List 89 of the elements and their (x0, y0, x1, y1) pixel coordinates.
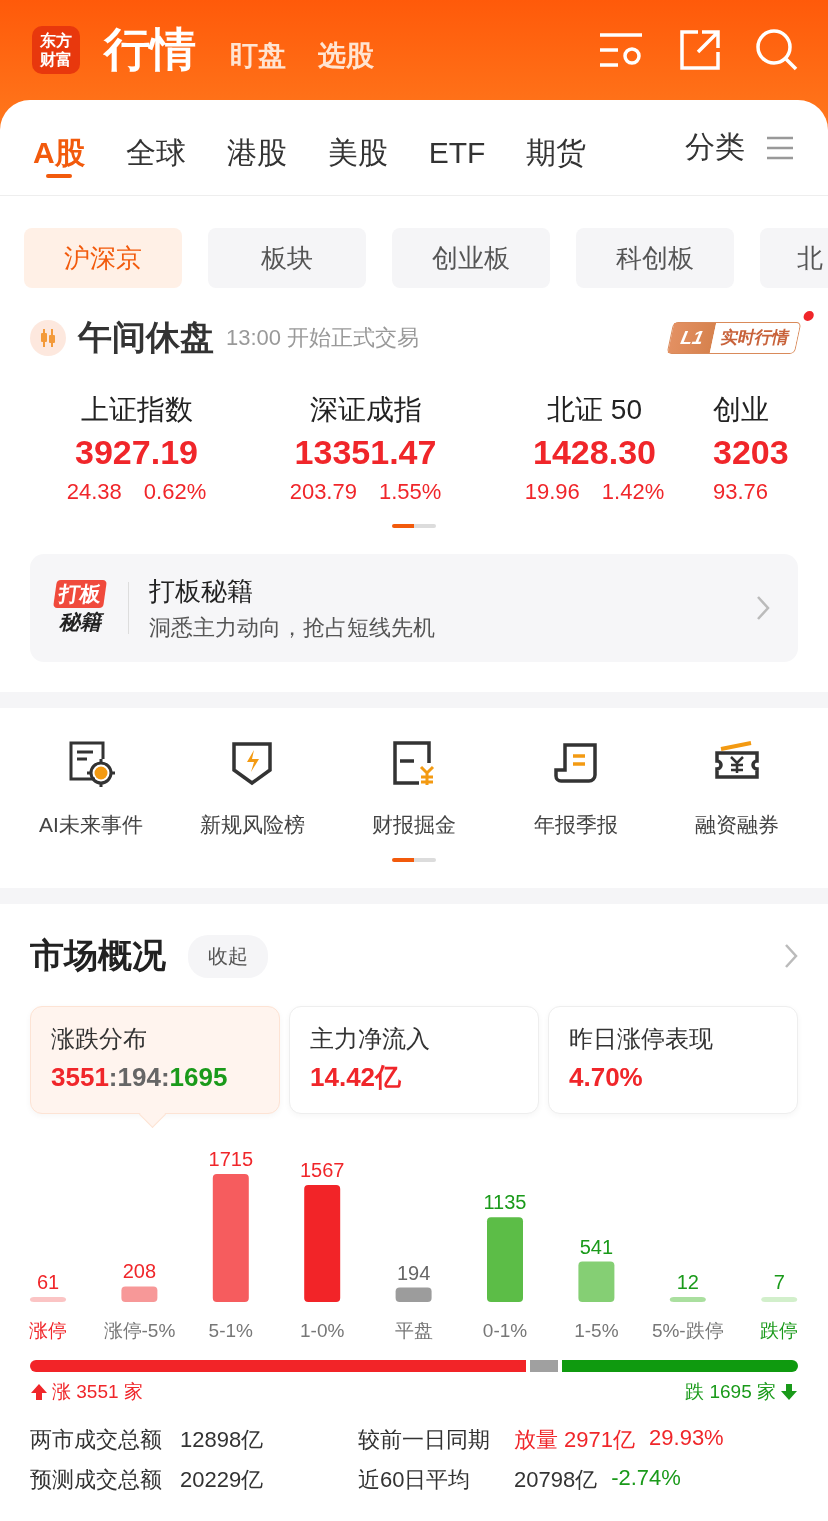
category-label: 涨停-5% (103, 1320, 176, 1341)
shield-lightning-icon (230, 740, 275, 786)
session-subtitle: 13:00 开始正式交易 (226, 324, 420, 352)
tool-shortcut[interactable]: AI未来事件 (10, 736, 172, 840)
tool-shortcut[interactable]: 新规风险榜 (171, 736, 334, 840)
stat-value: 12898亿 (180, 1426, 265, 1454)
bar-value-label: 541 (579, 1235, 614, 1258)
card-value: 4.70% (569, 1061, 644, 1094)
bar-value-label: 1135 (483, 1191, 527, 1214)
card-value: 3551:194:1695 (51, 1061, 229, 1094)
category-label: 5-1% (208, 1320, 253, 1341)
stat-value: -2.74% (611, 1465, 681, 1492)
board-chip[interactable]: 北 (760, 228, 828, 288)
bar-value-label: 12 (676, 1271, 699, 1293)
board-chip[interactable]: 科创板 (576, 228, 734, 288)
market-tab[interactable]: 港股 (226, 117, 287, 178)
chevron-right-icon[interactable] (784, 943, 798, 969)
card-label: 主力净流入 (310, 1024, 431, 1054)
stat-label: 两市成交总额 (30, 1426, 163, 1454)
session-title: 午间休盘 (78, 317, 214, 358)
bar-value-label: 1567 (299, 1159, 345, 1182)
collapse-button[interactable]: 收起 (188, 934, 268, 978)
stat-value: 放量 2971亿 (514, 1426, 636, 1454)
index-change: 24.38 (66, 478, 122, 506)
index-name: 深证成指 (308, 393, 423, 427)
banner-subtitle: 洞悉主力动向，抢占短线先机 (149, 613, 435, 642)
stat-label: 近60日平均 (358, 1466, 472, 1494)
board-chip[interactable]: 板块 (208, 228, 366, 288)
candlestick-icon (30, 320, 66, 356)
menu-icon[interactable] (767, 135, 793, 160)
index-name: 上证指数 (79, 393, 194, 427)
category-label: 1-0% (300, 1320, 345, 1341)
category-label: 涨停 (29, 1320, 67, 1341)
index-name: 北证 50 (546, 393, 643, 427)
tool-shortcut[interactable]: 年报季报 (494, 736, 657, 840)
stat-value: 20229亿 (180, 1466, 265, 1494)
index-value: 13351.47 (293, 432, 438, 473)
page-title: 行情 (104, 22, 196, 77)
index-value: 1428.30 (532, 432, 657, 473)
overview-card[interactable]: 主力净流入 14.42亿 (289, 1006, 539, 1114)
rise-count: 涨 3551 家 (52, 1380, 143, 1404)
scroll-icon (552, 741, 599, 785)
card-label: 涨跌分布 (51, 1024, 148, 1054)
share-icon[interactable] (680, 30, 720, 70)
card-value: 14.42亿 (310, 1061, 403, 1094)
app-logo: 东方 财富 (32, 26, 80, 74)
tool-shortcut[interactable]: 财报掘金 (333, 736, 495, 840)
market-tab[interactable]: ETF (428, 117, 486, 178)
card-label: 昨日涨停表现 (569, 1024, 714, 1054)
promo-banner[interactable]: 打板 秘籍 打板秘籍 洞悉主力动向，抢占短线先机 (30, 554, 798, 662)
category-label: 0-1% (482, 1320, 528, 1341)
category-label: 1-5% (574, 1320, 619, 1341)
index-percent: 1.42% (601, 478, 665, 506)
index-percent: 0.62% (143, 478, 207, 506)
bar-value-label: 61 (36, 1271, 60, 1293)
category-label: 跌停 (760, 1320, 799, 1341)
search-icon[interactable] (756, 29, 798, 71)
index-change: 19.96 (524, 478, 580, 506)
market-tab[interactable]: 期货 (526, 117, 587, 178)
category-label: 平盘 (394, 1320, 433, 1341)
stat-label: 预测成交总额 (30, 1466, 163, 1494)
fall-count: 跌 1695 家 (685, 1380, 776, 1404)
market-tab[interactable]: 美股 (327, 117, 388, 178)
bar-value-label: 208 (122, 1260, 157, 1283)
bar-value-label: 7 (773, 1271, 785, 1293)
index-value: 3927.19 (74, 432, 199, 473)
index-value: 3203 (713, 432, 790, 473)
bar-value-label: 1715 (208, 1148, 254, 1170)
category-button[interactable]: 分类 (685, 127, 745, 168)
stat-value: 20798亿 (514, 1466, 598, 1494)
board-chip[interactable]: 创业板 (392, 228, 550, 288)
index-name: 创业 (713, 393, 770, 427)
tool-shortcut[interactable]: 融资融券 (656, 736, 818, 840)
market-tab[interactable]: 全球 (125, 117, 186, 178)
category-label: 5%-跌停 (651, 1320, 724, 1341)
banner-title: 打板秘籍 (149, 574, 254, 608)
stat-label: 较前一日同期 (358, 1426, 491, 1454)
list-settings-icon[interactable] (600, 32, 644, 68)
index-change: 203.79 (289, 478, 357, 506)
down-arrow-icon (780, 1383, 798, 1401)
index-change: 93.76 (713, 478, 769, 506)
banner-logo-top: 打板 (53, 580, 107, 608)
section-title: 市场概况 (30, 935, 166, 976)
chevron-right-icon (756, 595, 770, 621)
index-percent: 1.55% (378, 478, 442, 506)
overview-card[interactable]: 昨日涨停表现 4.70% (548, 1006, 798, 1114)
bar-value-label: 194 (396, 1261, 431, 1284)
stat-value: 29.93% (649, 1425, 724, 1452)
up-arrow-icon (30, 1383, 48, 1401)
